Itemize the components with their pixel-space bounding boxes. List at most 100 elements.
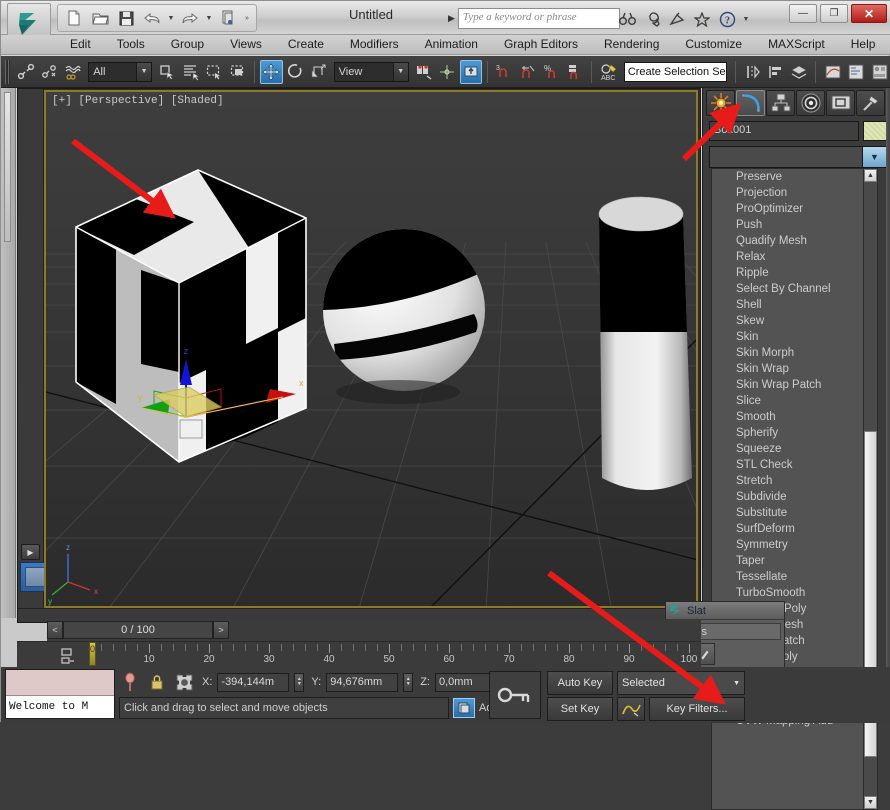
wrench-icon[interactable] xyxy=(641,8,663,30)
edit-named-selection-icon[interactable]: ABC xyxy=(597,60,620,84)
mini-listener-input-pane[interactable]: Welcome to M xyxy=(6,696,114,718)
modify-tab[interactable] xyxy=(736,90,765,116)
menu-item-rendering[interactable]: Rendering xyxy=(591,35,672,54)
chevron-down-icon[interactable]: ▼ xyxy=(136,63,151,81)
window-crossing-icon[interactable] xyxy=(227,60,250,84)
select-and-manipulate-icon[interactable] xyxy=(436,60,459,84)
list-item[interactable]: Skew xyxy=(712,313,863,329)
use-pivot-center-icon[interactable] xyxy=(413,60,436,84)
object-color-swatch[interactable] xyxy=(863,121,887,141)
list-item[interactable]: Symmetry xyxy=(712,537,863,553)
object-name-field[interactable]: Box001 xyxy=(709,121,859,141)
snaps-toggle-icon[interactable] xyxy=(460,60,483,84)
material-editor-icon[interactable] xyxy=(868,60,890,84)
create-tab[interactable] xyxy=(706,90,735,116)
add-time-tag-icon[interactable] xyxy=(453,698,475,718)
list-item[interactable]: STL Check xyxy=(712,457,863,473)
list-item[interactable]: Quadify Mesh xyxy=(712,233,863,249)
select-and-move-icon[interactable] xyxy=(260,60,283,84)
x-spinner[interactable]: ▲▼ xyxy=(294,673,304,692)
select-by-name-icon[interactable] xyxy=(180,60,203,84)
maximize-button[interactable]: ❐ xyxy=(820,4,848,23)
unlink-icon[interactable] xyxy=(38,60,61,84)
hierarchy-tab[interactable] xyxy=(766,90,795,116)
auto-key-button[interactable]: Auto Key xyxy=(547,671,613,695)
command-panel-scrollbar[interactable] xyxy=(886,88,890,723)
menu-item-edit[interactable]: Edit xyxy=(57,35,104,54)
list-item[interactable]: Stretch xyxy=(712,473,863,489)
list-item[interactable]: Push xyxy=(712,217,863,233)
list-item[interactable]: Preserve xyxy=(712,169,863,185)
parameter-curve-icon[interactable] xyxy=(617,697,645,721)
redo-dropdown-caret-icon[interactable]: ▼ xyxy=(204,6,214,30)
menu-item-graph-editors[interactable]: Graph Editors xyxy=(491,35,591,54)
list-item[interactable]: Skin Wrap xyxy=(712,361,863,377)
viewport-play-button[interactable]: ▶ xyxy=(21,544,40,560)
menu-item-maxscript[interactable]: MAXScript xyxy=(755,35,838,54)
next-frame-button[interactable]: > xyxy=(213,621,229,639)
angle-snap-icon[interactable] xyxy=(517,60,540,84)
rectangular-region-icon[interactable] xyxy=(203,60,226,84)
scroll-up-arrow-icon[interactable]: ▲ xyxy=(864,169,877,182)
list-item[interactable]: ProOptimizer xyxy=(712,201,863,217)
minimize-button[interactable]: — xyxy=(789,4,817,23)
align-icon[interactable] xyxy=(764,60,787,84)
list-item[interactable]: Slice xyxy=(712,393,863,409)
utilities-tab[interactable] xyxy=(856,90,885,116)
toolbar-grip[interactable] xyxy=(5,60,10,84)
open-file-icon[interactable] xyxy=(88,6,112,30)
named-selection-set-combo[interactable]: Create Selection Se ▼ xyxy=(624,62,727,82)
save-file-icon[interactable] xyxy=(114,6,138,30)
motion-tab[interactable] xyxy=(796,90,825,116)
chevron-down-icon[interactable]: ▼ xyxy=(726,63,727,81)
track-bar[interactable]: 10 20 30 40 50 60 70 80 90 100 0 xyxy=(17,641,701,669)
list-item[interactable]: Relax xyxy=(712,249,863,265)
list-item[interactable]: Projection xyxy=(712,185,863,201)
menu-item-customize[interactable]: Customize xyxy=(672,35,755,54)
menu-item-modifiers[interactable]: Modifiers xyxy=(337,35,412,54)
modifier-list-combo[interactable]: ▼ xyxy=(709,146,887,168)
select-object-icon[interactable] xyxy=(156,60,179,84)
menu-item-create[interactable]: Create xyxy=(275,35,337,54)
select-link-icon[interactable] xyxy=(15,60,38,84)
menu-item-tools[interactable]: Tools xyxy=(104,35,158,54)
list-item[interactable]: Spherify xyxy=(712,425,863,441)
project-folder-icon[interactable] xyxy=(216,6,240,30)
display-tab[interactable] xyxy=(826,90,855,116)
prev-frame-button[interactable]: < xyxy=(47,621,63,639)
schematic-view-icon[interactable] xyxy=(845,60,868,84)
search-expander-icon[interactable]: ▶ xyxy=(448,13,455,24)
y-spinner[interactable]: ▲▼ xyxy=(403,673,413,692)
layer-manager-icon[interactable] xyxy=(788,60,811,84)
perspective-viewport[interactable]: z x y z xyxy=(44,90,698,608)
chevron-down-icon[interactable]: ▼ xyxy=(393,63,408,81)
list-item[interactable]: Skin Wrap Patch xyxy=(712,377,863,393)
new-file-icon[interactable] xyxy=(62,6,86,30)
y-coordinate-field[interactable]: 94,676mm xyxy=(326,673,398,692)
select-and-rotate-icon[interactable] xyxy=(284,60,307,84)
undo-icon[interactable] xyxy=(140,6,164,30)
maxscript-mini-listener[interactable]: Welcome to M xyxy=(5,669,115,719)
select-and-scale-icon[interactable] xyxy=(307,60,330,84)
list-item[interactable]: Tessellate xyxy=(712,569,863,585)
redo-icon[interactable] xyxy=(178,6,202,30)
percent-snap-icon[interactable]: % xyxy=(540,60,563,84)
star-icon[interactable] xyxy=(691,8,713,30)
x-coordinate-field[interactable]: -394,144m xyxy=(217,673,289,692)
list-item[interactable]: TurboSmooth xyxy=(712,585,863,601)
pin-icon[interactable] xyxy=(119,671,141,693)
list-item[interactable]: Shell xyxy=(712,297,863,313)
spinner-snap-icon[interactable] xyxy=(564,60,587,84)
reference-coordinate-combo[interactable]: View ▼ xyxy=(334,62,409,82)
list-item[interactable]: Taper xyxy=(712,553,863,569)
chevron-down-icon[interactable]: ▼ xyxy=(733,680,740,687)
lock-selection-icon[interactable] xyxy=(146,671,168,693)
set-key-button[interactable]: Set Key xyxy=(547,697,613,721)
frame-marker[interactable]: 0 xyxy=(89,642,96,666)
current-frame-field[interactable]: 0 / 100 xyxy=(63,621,213,639)
snaps-3d-icon[interactable]: 3 xyxy=(493,60,516,84)
scroll-down-arrow-icon[interactable]: ▼ xyxy=(864,796,877,809)
search-input[interactable]: Type a keyword or phrase xyxy=(458,8,620,29)
menu-item-animation[interactable]: Animation xyxy=(412,35,491,54)
undo-dropdown-caret-icon[interactable]: ▼ xyxy=(166,6,176,30)
